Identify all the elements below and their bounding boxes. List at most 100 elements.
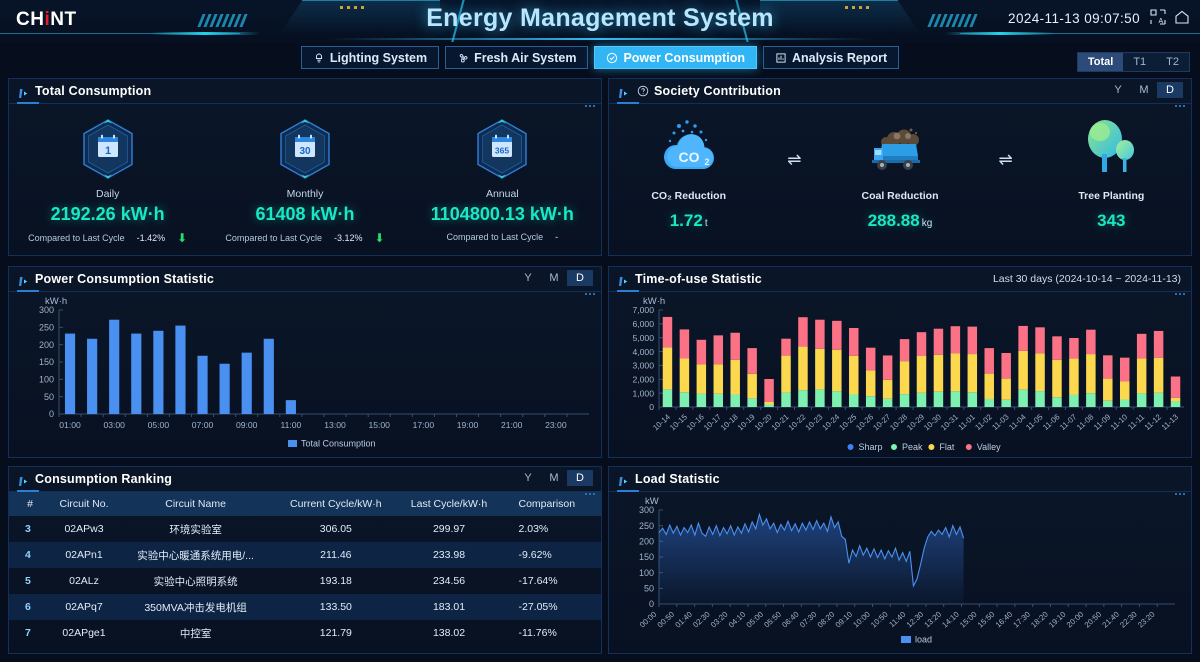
panel-time-of-use-statistic: Time-of-use Statistic Last 30 days (2024… [608,266,1192,458]
svg-text:2,000: 2,000 [632,374,654,384]
kpi-monthly: 30 Monthly 61408 kW·h Compared to Last C… [206,118,403,244]
panel-marker-icon [19,274,30,286]
svg-text:11-01: 11-01 [956,412,976,432]
svg-text:10-23: 10-23 [804,412,825,432]
period-option-m[interactable]: M [541,270,567,286]
meter-option-t1[interactable]: T1 [1123,53,1156,71]
svg-text:10-14: 10-14 [651,412,672,432]
kpi-value: 61408 kW·h [255,204,355,224]
help-icon[interactable] [637,85,649,97]
panel-dots [585,105,595,107]
panel-header: Load Statistic [609,467,1191,495]
svg-text:0: 0 [649,599,654,609]
table-row[interactable]: 4 02APn1 实验中心暖通系统用电/... 211.46 233.98 -9.62% [9,542,601,568]
kpi-label: Monthly [286,188,324,200]
svg-text:09:00: 09:00 [236,420,258,430]
society-item-unit: t [704,218,708,229]
svg-text:23:20: 23:20 [1136,609,1157,629]
svg-text:10-31: 10-31 [939,412,960,432]
col-comparison: Comparison [500,492,601,516]
tree-icon [1032,116,1191,178]
svg-text:10-28: 10-28 [888,412,909,432]
cell-rank-index: 4 [9,542,51,568]
svg-text:23:00: 23:00 [545,420,567,430]
tab-lighting-system[interactable]: Lighting System [300,46,440,69]
table-row[interactable]: 7 02APge1 中控室 121.79 138.02 -11.76% [9,620,601,646]
translate-icon[interactable]: A [1150,9,1166,25]
load-statistic-chart[interactable]: kW 0 50 100 150 200 250 300 00:00 00:50 01:40 02:30… [609,492,1191,653]
cell-comparison: -17.64% [518,575,558,587]
cell-current-cycle: 306.05 [319,523,352,535]
period-option-y[interactable]: Y [515,270,541,286]
period-option-m[interactable]: M [1131,82,1157,98]
panel-title: Time-of-use Statistic [635,272,762,286]
svg-text:18:20: 18:20 [1029,609,1050,629]
meter-option-total[interactable]: Total [1077,53,1124,71]
kpi-annual: 365 Annual 1104800.13 kW·h Compared to L… [404,118,601,244]
table-row[interactable]: 3 02APw3 环境实验室 306.05 299.97 2.03% [9,516,601,542]
period-option-d[interactable]: D [567,470,593,486]
svg-text:2: 2 [704,157,709,167]
home-icon[interactable] [1174,9,1190,25]
tab-power-consumption[interactable]: Power Consumption [594,46,757,69]
table-row[interactable]: 6 02APq7 350MVA冲击发电机组 133.50 183.01 -27.05% [9,594,601,620]
panel-consumption-ranking: Consumption Ranking Y M D # Circuit No. … [8,466,602,654]
society-item-tree: Tree Planting 343 [1032,116,1191,231]
trend-down-icon: ⬇ [374,231,385,245]
society-item-value: 1.72 [669,211,703,230]
power-icon [606,52,618,64]
svg-text:04:10: 04:10 [727,609,748,629]
panel-title: Total Consumption [35,84,152,98]
svg-text:15:00: 15:00 [368,420,390,430]
panel-society-contribution: Society Contribution Y M D CO 2 CO₂ Redu… [608,78,1192,256]
calendar-365-icon: 365 [474,118,530,180]
period-option-d[interactable]: D [1157,82,1183,98]
cell-circuit-no: 02APge1 [62,627,106,639]
cell-comparison: -27.05% [500,594,601,620]
time-of-use-chart[interactable]: kW·h 0 1,000 2,000 3,000 4,000 5,000 6,000 7,000… [609,292,1191,457]
calendar-1-icon: 1 [80,118,136,180]
society-item-value: 288.88 [867,211,920,230]
svg-text:00:50: 00:50 [656,609,677,629]
svg-text:03:20: 03:20 [709,609,730,629]
svg-text:13:20: 13:20 [923,609,944,629]
svg-text:10-16: 10-16 [685,412,706,432]
kpi-compare-label: Compared to Last Cycle [28,233,125,243]
cell-rank-index: 5 [25,575,31,587]
kpi-change: -3.12% [333,233,363,243]
svg-text:4,000: 4,000 [632,347,654,357]
cell-current-cycle: 121.79 [319,627,352,639]
cell-circuit-name: 实验中心暖通系统用电/... [117,542,275,568]
svg-text:50: 50 [644,584,654,594]
col-circuit-no: Circuit No. [51,492,118,516]
power-consumption-chart[interactable]: kW·h 0 50 100 150 200 250 300 01:00 03:00 05:00 07:… [9,292,601,457]
tab-fresh-air-system[interactable]: Fresh Air System [445,46,589,69]
panel-title: Consumption Ranking [35,472,173,486]
svg-text:21:00: 21:00 [501,420,523,430]
svg-text:6,000: 6,000 [632,319,654,329]
svg-text:11:40: 11:40 [887,609,908,629]
cell-circuit-name: 环境实验室 [169,523,222,536]
svg-text:03:00: 03:00 [103,420,125,430]
table-row[interactable]: 5 02ALz 实验中心照明系统 193.18 234.56 -17.64% [9,568,601,594]
svg-text:11-11: 11-11 [1126,412,1146,431]
cell-last-cycle: 138.02 [432,627,466,639]
period-option-d[interactable]: D [567,270,593,286]
cell-rank-index: 3 [25,523,31,535]
svg-text:10-29: 10-29 [905,412,926,432]
app-header: CHiNT Energy Management System 2024-11-1… [0,0,1200,42]
period-option-y[interactable]: Y [515,470,541,486]
period-option-m[interactable]: M [541,470,567,486]
meter-option-t2[interactable]: T2 [1156,53,1189,71]
panel-header: Time-of-use Statistic Last 30 days (2024… [609,267,1191,295]
col-index: # [9,492,51,516]
svg-text:14:10: 14:10 [940,609,961,629]
tab-analysis-report[interactable]: Analysis Report [762,46,900,69]
svg-text:10:50: 10:50 [869,609,890,629]
period-option-y[interactable]: Y [1105,82,1131,98]
svg-text:02:30: 02:30 [691,609,712,629]
svg-text:Valley: Valley [977,442,1001,452]
svg-text:0: 0 [649,402,654,412]
svg-text:11-12: 11-12 [1143,412,1163,432]
svg-text:11-04: 11-04 [1007,412,1028,432]
